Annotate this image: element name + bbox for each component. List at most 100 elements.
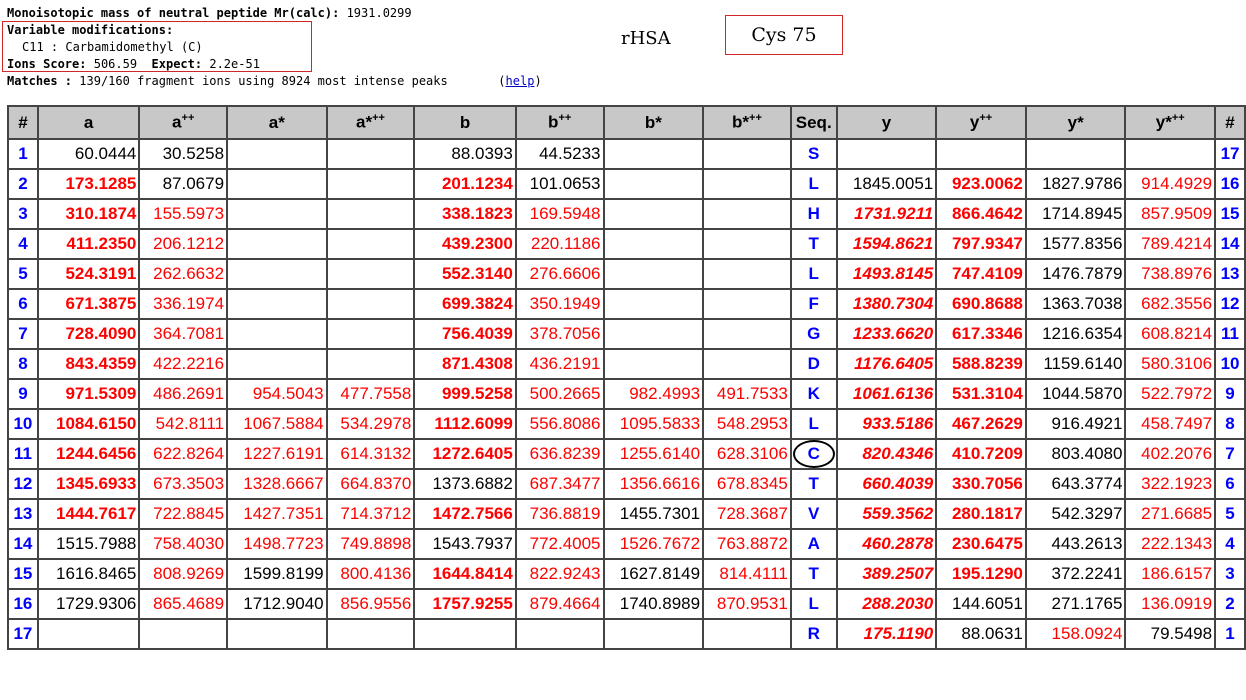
a-star-ion: 1498.7723 [226,528,328,560]
col-header-y-star: y* [1024,105,1127,140]
a-plusplus-ion: 364.7081 [138,318,229,350]
y-star-plusplus-ion: 857.9509 [1124,198,1217,230]
b-plusplus-ion [514,618,605,650]
b-star-plusplus-ion [702,618,792,650]
a-ion: 524.3191 [36,258,141,290]
y-plusplus-ion: 230.6475 [935,528,1027,560]
a-plusplus-ion: 808.9269 [138,558,229,590]
b-star-ion [602,138,705,170]
y-plusplus-ion: 690.8688 [935,288,1027,320]
expect-label: Expect: [151,57,203,71]
a-plusplus-ion: 622.8264 [138,438,229,470]
sequence-residue: L [789,258,838,290]
y-ion: 1061.6136 [835,378,938,410]
a-star-ion: 1599.8199 [226,558,328,590]
matches-label: Matches : [7,74,73,88]
a-ion [36,618,141,650]
a-star-ion: 1227.6191 [226,438,328,470]
table-row: 4 411.2350 206.1212 439.2300 220.1186 T 1594.8… [7,228,1246,260]
row-index-reverse: 14 [1214,228,1246,260]
col-header-sequence: Seq. [789,105,838,140]
table-row: 14 1515.7988 758.4030 1498.7723 749.8898 1543… [7,528,1246,560]
a-plusplus-ion: 486.2691 [138,378,229,410]
y-star-plusplus-ion: 580.3106 [1124,348,1217,380]
y-star-ion: 443.2613 [1024,528,1127,560]
b-ion: 1543.7937 [413,528,517,560]
help-link[interactable]: help [506,74,535,88]
y-ion: 1380.7304 [835,288,938,320]
b-star-ion [602,198,705,230]
a-star-plusplus-ion [325,138,416,170]
b-plusplus-ion: 736.8819 [514,498,605,530]
b-star-plusplus-ion: 628.3106 [702,438,792,470]
b-ion: 756.4039 [413,318,517,350]
row-index: 12 [7,468,39,500]
row-index: 6 [7,288,39,320]
b-star-plusplus-ion [702,228,792,260]
row-index-reverse: 7 [1214,438,1246,470]
y-ion: 460.2878 [835,528,938,560]
row-index: 9 [7,378,39,410]
y-ion: 175.1190 [835,618,938,650]
b-ion: 871.4308 [413,348,517,380]
row-index-reverse: 3 [1214,558,1246,590]
a-ion: 1515.7988 [36,528,141,560]
row-index: 2 [7,168,39,200]
matches-value: 139/160 fragment ions using 8924 most in… [79,74,448,88]
a-ion: 728.4090 [36,318,141,350]
b-star-ion: 1255.6140 [602,438,705,470]
y-star-ion: 916.4921 [1024,408,1127,440]
table-row: 1 60.0444 30.5258 88.0393 44.5233 S 17 [7,138,1246,170]
b-star-plusplus-ion [702,348,792,380]
a-star-plusplus-ion: 477.7558 [325,378,416,410]
b-star-plusplus-ion [702,198,792,230]
b-star-plusplus-ion: 728.3687 [702,498,792,530]
table-header-row: # a a++ a* a*++ b b++ b* b*++ Seq. y y++… [7,105,1246,140]
sequence-residue: G [789,318,838,350]
table-row: 10 1084.6150 542.8111 1067.5884 534.2978 1112… [7,408,1246,440]
a-star-ion [226,618,328,650]
col-header-y-plusplus: y++ [935,105,1027,140]
a-star-plusplus-ion [325,348,416,380]
cysteine-site-box: Cys 75 [725,15,843,55]
y-star-plusplus-ion: 322.1923 [1124,468,1217,500]
y-star-plusplus-ion: 522.7972 [1124,378,1217,410]
row-index: 13 [7,498,39,530]
y-plusplus-ion: 410.7209 [935,438,1027,470]
b-star-plusplus-ion: 678.8345 [702,468,792,500]
col-header-y-star-plusplus: y*++ [1124,105,1217,140]
sequence-residue: F [789,288,838,320]
varmod-line: Variable modifications: [7,23,173,37]
a-star-ion: 1067.5884 [226,408,328,440]
y-star-ion [1024,138,1127,170]
a-star-plusplus-ion: 856.9556 [325,588,416,620]
y-star-ion: 1714.8945 [1024,198,1127,230]
b-ion: 1644.8414 [413,558,517,590]
col-header-a-plusplus: a++ [138,105,229,140]
b-plusplus-ion: 772.4005 [514,528,605,560]
b-plusplus-ion: 879.4664 [514,588,605,620]
table-row: 16 1729.9306 865.4689 1712.9040 856.9556 1757… [7,588,1246,620]
a-star-plusplus-ion [325,168,416,200]
score-value: 506.59 [93,57,138,71]
b-star-plusplus-ion [702,168,792,200]
a-star-plusplus-ion: 714.3712 [325,498,416,530]
a-plusplus-ion: 673.3503 [138,468,229,500]
b-star-plusplus-ion: 814.4111 [702,558,792,590]
y-ion: 1233.6620 [835,318,938,350]
y-star-plusplus-ion: 608.8214 [1124,318,1217,350]
a-star-ion [226,288,328,320]
a-plusplus-ion: 542.8111 [138,408,229,440]
b-ion: 999.5258 [413,378,517,410]
a-star-plusplus-ion: 800.4136 [325,558,416,590]
y-plusplus-ion: 144.6051 [935,588,1027,620]
y-plusplus-ion: 330.7056 [935,468,1027,500]
table-row: 3 310.1874 155.5973 338.1823 169.5948 H 1731.9… [7,198,1246,230]
b-ion: 699.3824 [413,288,517,320]
y-ion: 1845.0051 [835,168,938,200]
col-header-b-star-plusplus: b*++ [702,105,792,140]
table-row: 17 R 175.1190 88.0631 158.0924 79.5498 1 [7,618,1246,650]
b-ion: 1272.6405 [413,438,517,470]
a-plusplus-ion: 422.2216 [138,348,229,380]
a-ion: 671.3875 [36,288,141,320]
